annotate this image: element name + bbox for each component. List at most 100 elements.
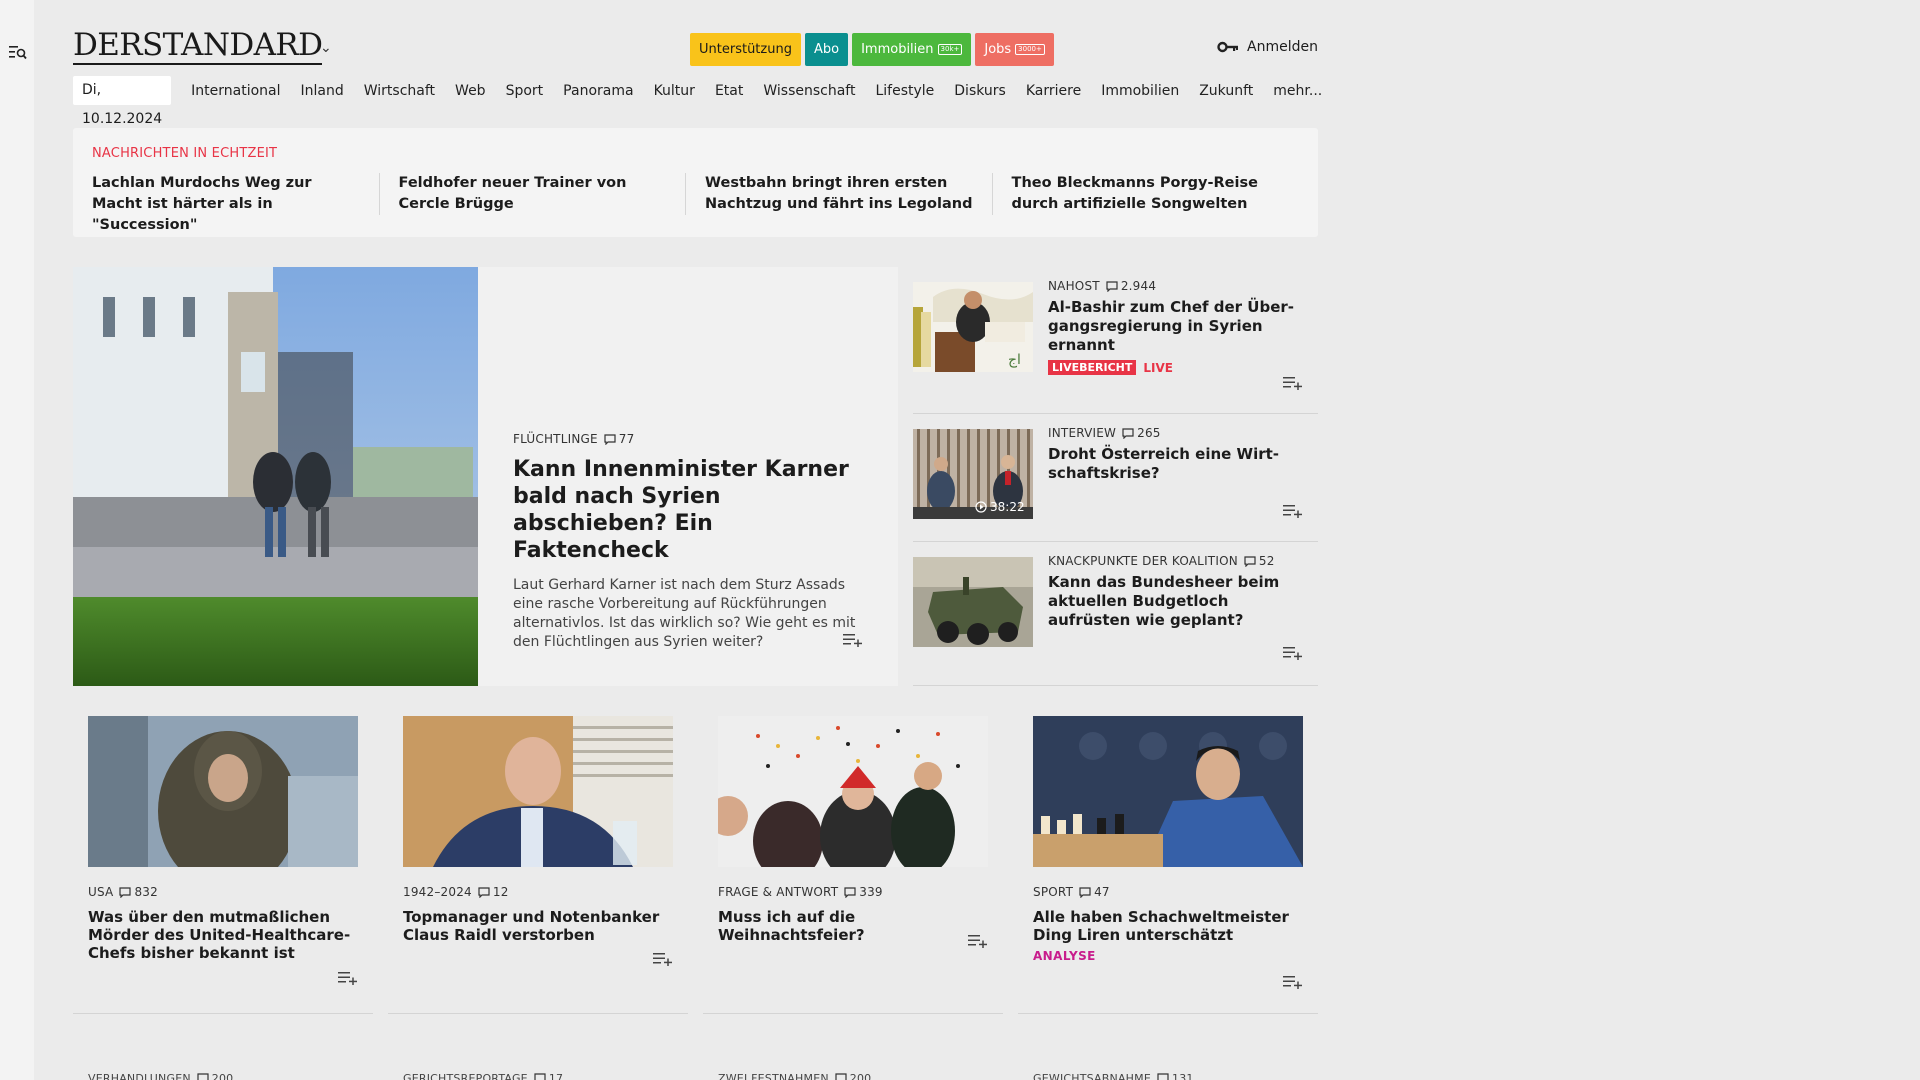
card-kicker[interactable]: ZWEI FESTNAHMEN	[718, 1072, 829, 1080]
card-kicker[interactable]: 1942–2024	[403, 885, 472, 899]
side-kicker[interactable]: NAHOST	[1048, 279, 1100, 293]
side-article-image[interactable]: 38:22	[913, 429, 1033, 519]
add-to-list-icon[interactable]	[1283, 975, 1303, 989]
ticker-item[interactable]: Lachlan Murdochs Weg zur Macht ist härte…	[92, 173, 380, 233]
card-comment-count: 200	[849, 1072, 872, 1080]
abo-button[interactable]: Abo	[804, 33, 849, 66]
comment-icon	[1106, 280, 1118, 292]
article-card-image[interactable]	[718, 716, 988, 867]
article-card[interactable]: 1942–2024 12 Topmanager und Notenbanker …	[388, 716, 688, 1014]
side-title[interactable]: Al-Bashir zum Chef der Über­gangsregieru…	[1048, 298, 1313, 355]
add-to-list-icon[interactable]	[1283, 504, 1303, 518]
card-meta: FRAGE & ANTWORT 339	[718, 885, 988, 899]
card-kicker[interactable]: GEWICHTSABNAHME	[1033, 1072, 1151, 1080]
support-button[interactable]: Unterstützung	[690, 33, 801, 66]
jobs-button[interactable]: Jobs 3000+	[975, 33, 1054, 66]
left-sidebar	[0, 0, 34, 1080]
card-kicker[interactable]: SPORT	[1033, 885, 1073, 899]
card-meta: SPORT 47	[1033, 885, 1303, 899]
article-card-image[interactable]	[403, 716, 673, 867]
immobilien-button[interactable]: Immobilien 30k+	[852, 33, 972, 66]
side-comments[interactable]: 265	[1122, 426, 1161, 440]
card-kicker[interactable]: FRAGE & ANTWORT	[718, 885, 838, 899]
nav-item-sport[interactable]: Sport	[496, 83, 554, 99]
article-card-image[interactable]	[88, 716, 358, 867]
nav-item-wirtschaft[interactable]: Wirtschaft	[354, 83, 445, 99]
card-kicker[interactable]: GERICHTSREPORTAGE	[403, 1072, 528, 1080]
article-card[interactable]: SPORT 47 Alle haben Schachweltmeister Di…	[1018, 716, 1318, 1014]
card-comments[interactable]: 832	[119, 885, 158, 899]
logo[interactable]: DERSTANDARD	[73, 28, 323, 65]
login-button[interactable]: Anmelden	[1217, 39, 1318, 55]
card-title[interactable]: Topmanager und Notenbanker Claus Raidl v…	[403, 908, 673, 944]
main-nav: Di, 10.12.2024 International Inland Wirt…	[73, 76, 1332, 127]
nav-item-zukunft[interactable]: Zukunft	[1189, 83, 1263, 99]
lead-article-image[interactable]	[73, 267, 478, 686]
nav-item-web[interactable]: Web	[445, 83, 496, 99]
search-menu-icon[interactable]	[9, 44, 27, 60]
ticker-item[interactable]: Theo Bleckmanns Porgy-Reise durch artifi…	[1012, 173, 1299, 215]
card-comment-count: 200	[211, 1072, 234, 1080]
chevron-down-icon[interactable]: ⌄	[320, 40, 332, 56]
card-kicker[interactable]: USA	[88, 885, 113, 899]
side-article[interactable]: KNACKPUNKTE DER KOALITION 52 Kann das Bu…	[913, 542, 1318, 686]
card-comments[interactable]: 200	[197, 1072, 234, 1080]
add-to-list-icon[interactable]	[843, 633, 863, 647]
card-kicker[interactable]: VERHANDLUNGEN	[88, 1072, 191, 1080]
card-title[interactable]: Was über den mutmaßlichen Mörder des Uni…	[88, 908, 358, 962]
nav-item-more[interactable]: mehr...	[1263, 83, 1332, 99]
add-to-list-icon[interactable]	[968, 934, 988, 948]
side-article-image[interactable]	[913, 557, 1033, 647]
add-to-list-icon[interactable]	[653, 952, 673, 966]
live-ticker: NACHRICHTEN IN ECHTZEIT Lachlan Murdochs…	[73, 128, 1318, 237]
side-title[interactable]: Kann das Bundesheer beim aktuellen Budge…	[1048, 573, 1313, 630]
article-card[interactable]: USA 832 Was über den mutmaßlichen Mörder…	[73, 716, 373, 1014]
nav-item-diskurs[interactable]: Diskurs	[944, 83, 1016, 99]
analyse-tag: ANALYSE	[1033, 949, 1096, 963]
nav-item-wissenschaft[interactable]: Wissenschaft	[753, 83, 865, 99]
lead-article-text: FLÜCHTLINGE 77 Kann Innenminister Karner…	[513, 432, 873, 652]
add-to-list-icon[interactable]	[1283, 646, 1303, 660]
article-card[interactable]: FRAGE & ANTWORT 339 Muss ich auf die Wei…	[703, 716, 1003, 1014]
card-meta: 1942–2024 12	[403, 885, 673, 899]
side-article[interactable]: اج NAHOST 2.944 Al-Bashir zum Chef der Ü…	[913, 267, 1318, 414]
card-comments[interactable]: 131	[1157, 1072, 1194, 1080]
side-article[interactable]: 38:22 INTERVIEW 265 Droht Österreich ein…	[913, 414, 1318, 542]
side-kicker[interactable]: INTERVIEW	[1048, 426, 1116, 440]
card-comments[interactable]: 17	[534, 1072, 563, 1080]
ticker-item[interactable]: Feldhofer neuer Trainer von Cercle Brügg…	[399, 173, 687, 215]
side-comment-count: 265	[1137, 426, 1161, 440]
card-comments[interactable]: 339	[844, 885, 883, 899]
card-title[interactable]: Muss ich auf die Weihnachtsfeier?	[718, 908, 988, 944]
nav-item-immobilien[interactable]: Immobilien	[1091, 83, 1189, 99]
nav-item-karriere[interactable]: Karriere	[1016, 83, 1091, 99]
lead-title[interactable]: Kann Innenminister Karner bald nach Syri…	[513, 456, 873, 564]
add-to-list-icon[interactable]	[1283, 376, 1303, 390]
lead-comments[interactable]: 77	[604, 432, 635, 446]
side-title[interactable]: Droht Österreich eine Wirt­schaftskrise?	[1048, 445, 1313, 483]
card-comment-count: 12	[492, 885, 509, 899]
nav-item-panorama[interactable]: Panorama	[553, 83, 643, 99]
side-meta: KNACKPUNKTE DER KOALITION 52	[1048, 554, 1313, 568]
lead-kicker[interactable]: FLÜCHTLINGE	[513, 432, 598, 446]
side-article-image[interactable]: اج	[913, 282, 1033, 372]
ticker-item[interactable]: Westbahn bringt ihren ersten Nacht­zug u…	[705, 173, 993, 215]
current-date: Di, 10.12.2024	[73, 76, 172, 127]
nav-item-international[interactable]: International	[181, 83, 290, 99]
lead-description: Laut Gerhard Karner ist nach dem Sturz A…	[513, 577, 856, 650]
card-comments[interactable]: 200	[835, 1072, 872, 1080]
nav-item-lifestyle[interactable]: Lifestyle	[865, 83, 944, 99]
nav-item-inland[interactable]: Inland	[291, 83, 354, 99]
comment-icon	[1079, 886, 1091, 898]
nav-item-etat[interactable]: Etat	[705, 83, 753, 99]
article-card-image[interactable]	[1033, 716, 1303, 867]
add-to-list-icon[interactable]	[338, 971, 358, 985]
card-comments[interactable]: 12	[478, 885, 509, 899]
nav-item-kultur[interactable]: Kultur	[644, 83, 705, 99]
side-comments[interactable]: 52	[1244, 554, 1275, 568]
lead-article[interactable]: FLÜCHTLINGE 77 Kann Innenminister Karner…	[73, 267, 898, 686]
side-comments[interactable]: 2.944	[1106, 279, 1156, 293]
card-comments[interactable]: 47	[1079, 885, 1110, 899]
card-title[interactable]: Alle haben Schachweltmeister Ding Liren …	[1033, 908, 1303, 944]
side-kicker[interactable]: KNACKPUNKTE DER KOALITION	[1048, 554, 1238, 568]
